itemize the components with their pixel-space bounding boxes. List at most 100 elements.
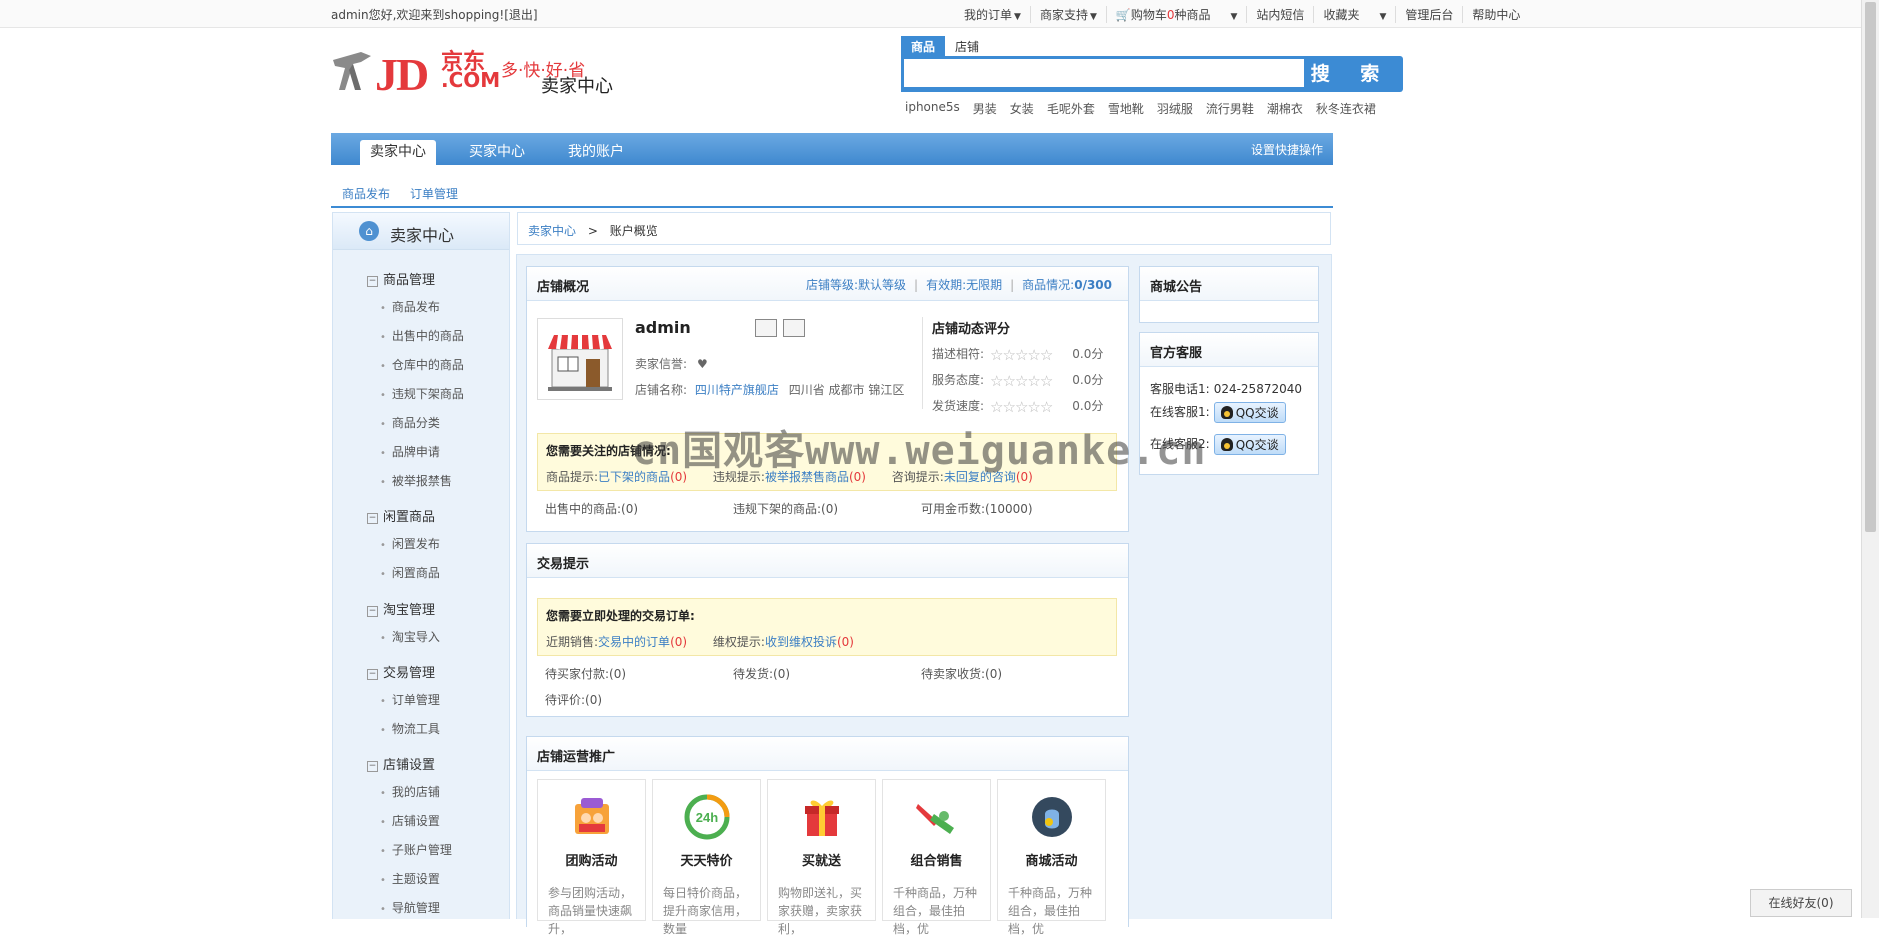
promo-name: 买就送 [801, 854, 841, 869]
search-tab-goods[interactable]: 商品 [901, 36, 946, 57]
cart-menu[interactable]: 🛒购物车0种商品 ▼ [1105, 6, 1247, 23]
promo-card-buy-gift[interactable]: 买就送 购物即送礼，买家获赠，卖家获利， [767, 779, 876, 936]
logout-link[interactable]: [退出] [504, 8, 537, 22]
sidebar-item[interactable]: 被举报禁售 [380, 472, 452, 489]
notice-label: 近期销售: [546, 635, 599, 649]
hotword-link[interactable]: iphone5s [905, 100, 960, 117]
hotword-link[interactable]: 毛呢外套 [1047, 100, 1095, 117]
sidebar-title: 卖家中心 [390, 226, 455, 245]
logo-jd: JD [375, 49, 429, 100]
online-friends-button[interactable]: 在线好友(0) [1750, 889, 1852, 917]
sidebar-item[interactable]: 闲置发布 [380, 535, 440, 552]
mall-activity-icon [1032, 797, 1072, 837]
watermark: cn国观客www.weiguanke.cn [632, 428, 1207, 474]
sidebar-group-store[interactable]: − 店铺设置 [367, 754, 435, 773]
breadcrumb-root[interactable]: 卖家中心 [528, 224, 576, 238]
subnav-publish-goods[interactable]: 商品发布 [342, 185, 390, 202]
collapse-icon: − [367, 276, 378, 287]
favorites-menu[interactable]: 收藏夹 ▼ [1313, 6, 1395, 23]
my-orders-menu[interactable]: 我的订单 ▼ [955, 6, 1030, 23]
site-logo[interactable]: JD 京东 .COM 多·快·好·省 卖家中心 [331, 40, 631, 100]
notice-row: 近期销售:交易中的订单(0) 维权提示:收到维权投诉(0) [546, 633, 854, 650]
sidebar-item[interactable]: 违规下架商品 [380, 385, 464, 402]
cart-icon: 🛒 [1115, 8, 1131, 22]
qq-chat-button[interactable]: QQ交谈 [1213, 402, 1286, 423]
sidebar-group-taobao[interactable]: − 淘宝管理 [367, 599, 435, 618]
sidebar-item[interactable]: 我的店铺 [380, 783, 440, 800]
sidebar-group-trade[interactable]: − 交易管理 [367, 662, 435, 681]
promo-card-mall-activity[interactable]: 商城活动 千种商品，万种组合，最佳拍档，优 [997, 779, 1106, 936]
id-card-icon[interactable] [755, 319, 777, 337]
promo-card-daily-special[interactable]: 24h 天天特价 每日特价商品，提升商家信用，数量 [652, 779, 761, 936]
breadcrumb-current: 账户概览 [609, 224, 658, 238]
sidebar-item[interactable]: 主题设置 [380, 870, 440, 887]
valid-value: 无限期 [966, 278, 1003, 292]
hotword-link[interactable]: 潮棉衣 [1267, 100, 1303, 117]
sidebar-item[interactable]: 商品分类 [380, 414, 440, 431]
qq-button-label: QQ交谈 [1235, 406, 1279, 420]
sidebar-group-goods[interactable]: − 商品管理 [367, 269, 435, 288]
sidebar-item[interactable]: 导航管理 [380, 899, 440, 916]
chevron-down-icon: ▼ [1089, 12, 1097, 22]
hotword-link[interactable]: 女装 [1010, 100, 1034, 117]
stat-await-shipping: 待发货:(0) [733, 667, 791, 681]
promo-desc: 每日特价商品，提升商家信用，数量 [663, 886, 748, 936]
hotword-link[interactable]: 羽绒服 [1157, 100, 1193, 117]
sidebar-item[interactable]: 订单管理 [380, 691, 440, 708]
merchant-support-menu[interactable]: 商家支持 ▼ [1029, 6, 1106, 23]
sidebar-group-idle[interactable]: − 闲置商品 [367, 506, 435, 525]
sidebar-item[interactable]: 淘宝导入 [380, 628, 440, 645]
promo-card-group-buy[interactable]: 团购活动 参与团购活动，商品销量快速飙升， [537, 779, 646, 936]
credit-row: 卖家信誉: ♥ [635, 355, 708, 372]
sidebar-item[interactable]: 商品发布 [380, 298, 440, 315]
store-name-label: 店铺名称: [635, 383, 688, 397]
help-link[interactable]: 帮助中心 [1462, 6, 1529, 23]
promo-name: 团购活动 [565, 854, 618, 869]
sidebar-item[interactable]: 子账户管理 [380, 841, 452, 858]
trading-orders-link[interactable]: 交易中的订单 [598, 635, 670, 649]
verified-email-icon[interactable] [783, 319, 805, 337]
qq-chat-button[interactable]: QQ交谈 [1213, 434, 1286, 455]
sidebar-item[interactable]: 仓库中的商品 [380, 356, 464, 373]
hotword-link[interactable]: 雪地靴 [1108, 100, 1144, 117]
messages-link[interactable]: 站内短信 [1246, 6, 1313, 23]
promo-card-combo-sale[interactable]: 组合销售 千种商品，万种组合，最佳拍档，优 [882, 779, 991, 936]
panel-title: 店铺运营推广 [537, 750, 616, 765]
tab-my-account[interactable]: 我的账户 [558, 140, 634, 165]
tab-buyer-center[interactable]: 买家中心 [459, 140, 535, 165]
promo-desc: 千种商品，万种组合，最佳拍档，优 [893, 886, 978, 936]
quick-setting-link[interactable]: 设置快捷操作 [1251, 141, 1323, 158]
chevron-down-icon: ▼ [1379, 12, 1387, 22]
promo-name: 天天特价 [680, 854, 733, 869]
goods-label: 商品情况: [1022, 278, 1075, 292]
hotword-link[interactable]: 秋冬连衣裙 [1316, 100, 1376, 117]
search-input[interactable] [904, 59, 1304, 87]
chevron-down-icon: ▼ [1230, 12, 1238, 22]
logo-com: .COM [441, 68, 501, 92]
hotword-link[interactable]: 男装 [973, 100, 997, 117]
scrollbar-thumb[interactable] [1865, 2, 1876, 532]
level-label: 店铺等级: [805, 278, 858, 292]
panel-header: 官方客服 [1140, 333, 1318, 367]
vertical-scrollbar[interactable] [1861, 0, 1879, 918]
subnav-order-management[interactable]: 订单管理 [410, 185, 458, 202]
sidebar: ⌂ 卖家中心 −商品管理 商品发布 出售中的商品 仓库中的商品 违规下架商品 商… [332, 212, 510, 919]
sidebar-item[interactable]: 物流工具 [380, 720, 440, 737]
sidebar-item[interactable]: 店铺设置 [380, 812, 440, 829]
tab-seller-center[interactable]: 卖家中心 [360, 140, 436, 165]
store-name-link[interactable]: 四川特产旗舰店 [695, 383, 779, 397]
sidebar-item[interactable]: 闲置商品 [380, 564, 440, 581]
sidebar-item[interactable]: 品牌申请 [380, 443, 440, 460]
rating-stars-icon: ☆☆☆☆☆ [990, 372, 1053, 390]
panel-title: 店铺概况 [537, 280, 590, 295]
admin-link[interactable]: 管理后台 [1395, 6, 1462, 23]
svg-text:24h: 24h [696, 810, 718, 825]
complaints-link[interactable]: 收到维权投诉 [765, 635, 837, 649]
store-avatar[interactable] [537, 318, 623, 400]
sidebar-header: ⌂ 卖家中心 [333, 213, 509, 250]
search-tab-store[interactable]: 店铺 [945, 36, 989, 57]
search-button[interactable]: 搜 索 [1305, 60, 1397, 88]
hotword-link[interactable]: 流行男鞋 [1206, 100, 1254, 117]
sidebar-item[interactable]: 出售中的商品 [380, 327, 464, 344]
credit-label: 卖家信誉: [635, 357, 688, 371]
